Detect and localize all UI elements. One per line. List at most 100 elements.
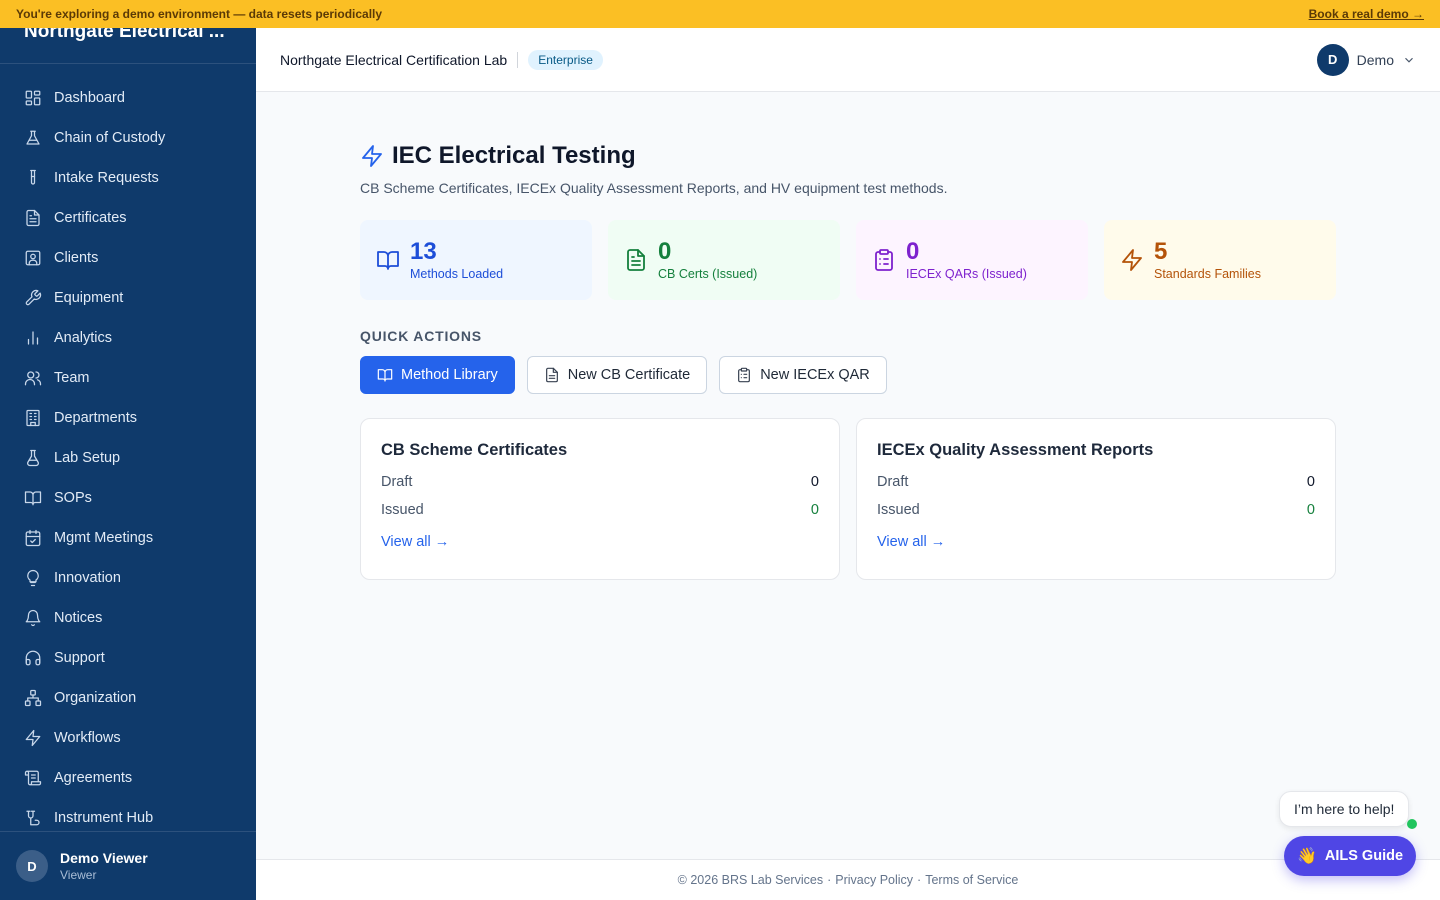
stat-label: CB Certs (Issued) (658, 267, 758, 281)
book-icon (24, 489, 42, 507)
sidebar-item-equipment[interactable]: Equipment (12, 278, 244, 318)
new-cb-certificate-button[interactable]: New CB Certificate (526, 356, 708, 394)
sidebar-item-label: Support (54, 650, 105, 666)
cb-scheme-card: CB Scheme Certificates Draft 0 Issued 0 Vi… (360, 418, 840, 580)
top-header: Northgate Electrical Certification Lab E… (256, 28, 1440, 92)
summary-cards: CB Scheme Certificates Draft 0 Issued 0 Vi… (360, 418, 1336, 580)
stat-value: 0 (906, 238, 920, 265)
clipboard-icon (738, 367, 751, 383)
sidebar-item-dashboard[interactable]: Dashboard (12, 78, 244, 118)
bolt-icon (1122, 249, 1142, 271)
footer-copyright: © 2026 BRS Lab Services (677, 873, 824, 887)
card-title: IECEx Quality Assessment Reports (877, 441, 1154, 459)
new-iecex-qar-button[interactable]: New IECEx QAR (719, 356, 887, 394)
sidebar-item-label: Intake Requests (54, 170, 159, 186)
method-library-button[interactable]: Method Library (360, 356, 515, 394)
terms-link[interactable]: Terms of Service (925, 873, 1018, 887)
help-bubble: I’m here to help! (1279, 791, 1410, 827)
contact-icon (24, 249, 42, 267)
quick-actions-heading: QUICK ACTIONS (360, 328, 482, 344)
sidebar-item-departments[interactable]: Departments (12, 398, 244, 438)
sidebar-item-analytics[interactable]: Analytics (12, 318, 244, 358)
flask-icon (24, 129, 42, 147)
page-title: IEC Electrical Testing (392, 142, 636, 169)
wrench-icon (24, 289, 42, 307)
document-icon (545, 367, 558, 383)
sidebar-item-support[interactable]: Support (12, 638, 244, 678)
book-open-icon (377, 369, 393, 382)
avatar: D (1316, 43, 1349, 76)
wave-icon: 👋 (1296, 848, 1317, 865)
sidebar-item-label: Mgmt Meetings (54, 530, 154, 546)
document-icon (24, 209, 42, 227)
sidebar-item-lab-setup[interactable]: Lab Setup (12, 438, 244, 478)
sidebar-item-clients[interactable]: Clients (12, 238, 244, 278)
view-all-link[interactable]: View all → (877, 534, 945, 550)
page-subtitle: CB Scheme Certificates, IECEx Quality As… (360, 180, 948, 196)
card-row-draft: Draft 0 (877, 474, 1315, 490)
iecex-qar-card: IECEx Quality Assessment Reports Draft 0 … (856, 418, 1336, 580)
sidebar-item-notices[interactable]: Notices (12, 598, 244, 638)
sidebar-item-label: Certificates (54, 210, 127, 226)
sidebar-item-workflows[interactable]: Workflows (12, 718, 244, 758)
chevron-down-icon (1405, 57, 1413, 63)
main-content: IEC Electrical Testing CB Scheme Certifi… (256, 92, 1440, 859)
sidebar-item-label: Analytics (54, 330, 113, 346)
button-label: New IECEx QAR (760, 367, 870, 383)
sidebar-item-innovation[interactable]: Innovation (12, 558, 244, 598)
stat-cb-certs: 0 CB Certs (Issued) (608, 220, 840, 300)
stat-label: Methods Loaded (410, 267, 504, 281)
quick-actions: Method Library New CB Certificate New IE… (360, 356, 1336, 394)
avatar: D (16, 850, 48, 882)
bolt-icon (24, 729, 42, 747)
sidebar-item-chain-of-custody[interactable]: Chain of Custody (12, 118, 244, 158)
ails-guide-button[interactable]: 👋 AILS Guide (1284, 836, 1416, 876)
org-chart-icon (24, 689, 42, 707)
privacy-link[interactable]: Privacy Policy (835, 873, 913, 887)
bell-icon (24, 609, 42, 627)
button-label: AILS Guide (1324, 848, 1404, 864)
sidebar-item-label: Instrument Hub (54, 810, 154, 826)
sidebar-brand[interactable]: Northgate Electrical ... (0, 28, 256, 64)
sidebar-item-sops[interactable]: SOPs (12, 478, 244, 518)
stat-iecex-qars: 0 IECEx QARs (Issued) (856, 220, 1088, 300)
sidebar-item-label: Workflows (54, 730, 121, 746)
account-name: Demo (1356, 51, 1394, 68)
footer-separator: · (827, 873, 832, 887)
sidebar-user[interactable]: D Demo Viewer Viewer (0, 831, 256, 900)
sidebar-item-label: Lab Setup (54, 450, 121, 466)
stats-row: 13 Methods Loaded 0 CB Certs (Issued) 0 … (360, 220, 1336, 300)
button-label: Method Library (401, 367, 498, 383)
stat-methods-loaded: 13 Methods Loaded (360, 220, 592, 300)
sidebar-item-mgmt-meetings[interactable]: Mgmt Meetings (12, 518, 244, 558)
stat-value: 0 (658, 238, 672, 265)
instrument-icon (24, 809, 42, 827)
building-icon (24, 409, 42, 427)
stat-label: IECEx QARs (Issued) (906, 267, 1027, 281)
headphones-icon (24, 649, 42, 667)
account-menu[interactable]: D Demo (1316, 43, 1416, 76)
demo-banner: You're exploring a demo environment — da… (0, 0, 1440, 28)
card-row-issued: Issued 0 (877, 502, 1315, 518)
sidebar-item-label: Agreements (54, 770, 133, 786)
demo-banner-text: You're exploring a demo environment — da… (16, 7, 383, 21)
sidebar-item-organization[interactable]: Organization (12, 678, 244, 718)
sidebar-item-label: Chain of Custody (54, 130, 166, 146)
sidebar-item-certificates[interactable]: Certificates (12, 198, 244, 238)
sidebar-item-label: Innovation (54, 570, 121, 586)
document-icon (627, 249, 645, 271)
sidebar-item-agreements[interactable]: Agreements (12, 758, 244, 798)
sidebar-item-team[interactable]: Team (12, 358, 244, 398)
sidebar-item-label: Notices (54, 610, 103, 626)
button-label: New CB Certificate (567, 367, 691, 383)
view-all-link[interactable]: View all → (381, 534, 449, 550)
stat-value: 13 (410, 238, 437, 265)
beaker-icon (24, 449, 42, 467)
test-tube-icon (24, 169, 42, 187)
book-open-icon (377, 251, 399, 270)
sidebar-item-label: SOPs (54, 490, 92, 506)
sidebar-item-intake-requests[interactable]: Intake Requests (12, 158, 244, 198)
stat-standards-families: 5 Standards Families (1104, 220, 1336, 300)
book-demo-link[interactable]: Book a real demo → (1309, 7, 1424, 21)
users-icon (24, 369, 42, 387)
